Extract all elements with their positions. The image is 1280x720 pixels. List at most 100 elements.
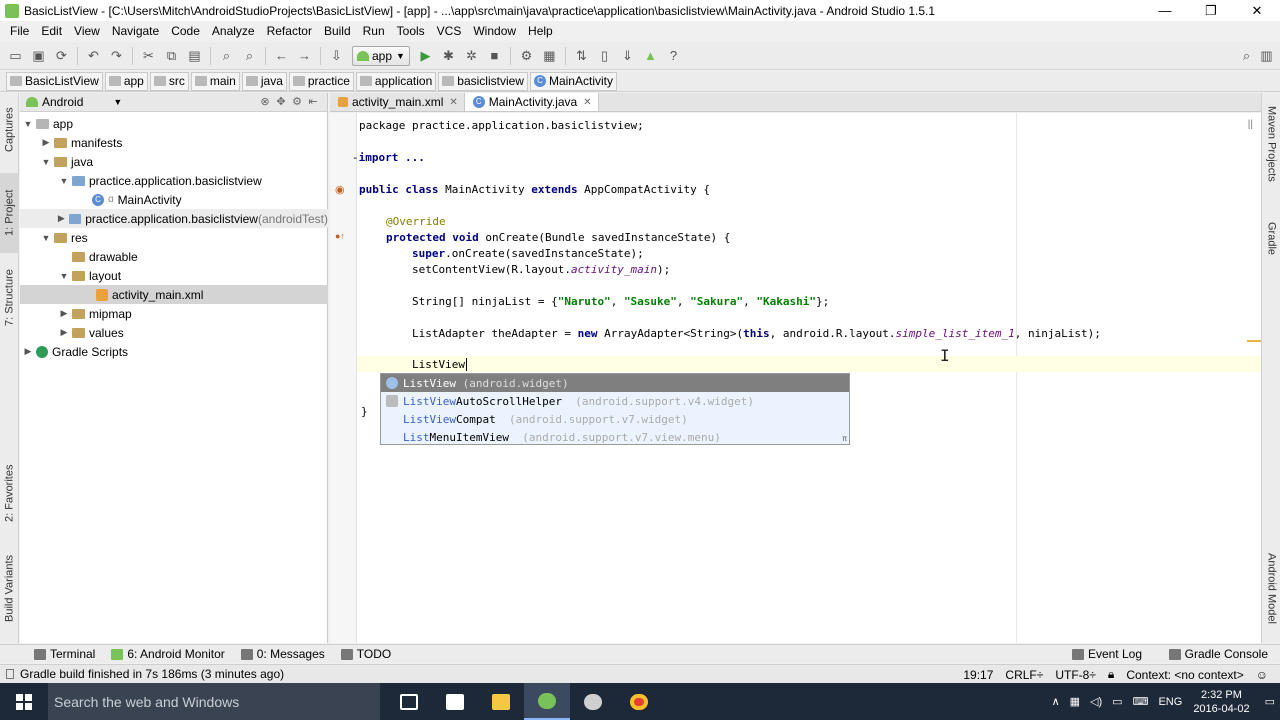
popup-resize-icon[interactable]: π xyxy=(842,434,847,443)
tree-item-app[interactable]: ▼ app xyxy=(20,114,328,133)
taskbar-search-input[interactable]: Search the web and Windows xyxy=(48,683,380,720)
collapse-all-icon[interactable]: ⊗ xyxy=(257,95,273,108)
close-icon[interactable]: ✕ xyxy=(449,97,457,108)
replace-icon[interactable]: ⌕ xyxy=(240,46,259,65)
tool-gradle[interactable]: Gradle xyxy=(1262,211,1280,266)
project-structure-icon[interactable]: ⚙ xyxy=(517,46,536,65)
cut-icon[interactable]: ✂ xyxy=(139,46,158,65)
tool-captures[interactable]: Captures xyxy=(0,95,19,165)
tool-todo[interactable]: TODO xyxy=(333,647,399,661)
chevron-down-icon[interactable]: ▼ xyxy=(113,97,122,107)
stop-icon[interactable]: ■ xyxy=(485,46,504,65)
redo-icon[interactable]: ↷ xyxy=(107,46,126,65)
autocomplete-item[interactable]: List MenuItemView (android.support.v7.vie… xyxy=(381,428,849,446)
forward-icon[interactable]: → xyxy=(295,46,314,65)
status-message[interactable]: Gradle build finished in 7s 186ms (3 min… xyxy=(20,667,284,681)
tree-item-mipmap[interactable]: ▶ mipmap xyxy=(20,304,328,323)
tool-gradle-console[interactable]: Gradle Console xyxy=(1161,647,1276,661)
expanded-arrow-icon[interactable]: ▼ xyxy=(58,176,70,186)
undo-icon[interactable]: ↶ xyxy=(84,46,103,65)
autocomplete-item[interactable]: ListView Compat (android.support.v7.widge… xyxy=(381,410,849,428)
file-encoding[interactable]: UTF-8÷ xyxy=(1049,668,1102,682)
layout-inspector-icon[interactable]: ▦ xyxy=(540,46,559,65)
project-view-select[interactable]: Android xyxy=(42,95,83,109)
lock-icon[interactable]: 🔒︎ xyxy=(1102,667,1120,682)
caret-position[interactable]: 19:17 xyxy=(957,668,999,682)
collapsed-arrow-icon[interactable]: ▶ xyxy=(58,327,70,338)
line-separator[interactable]: CRLF÷ xyxy=(999,668,1049,682)
tree-item-layout[interactable]: ▼ layout xyxy=(20,266,328,285)
collapsed-arrow-icon[interactable]: ▶ xyxy=(22,346,34,357)
notifications-icon[interactable]: ▭ xyxy=(1260,695,1280,708)
minimize-button[interactable]: — xyxy=(1142,0,1188,21)
battery-icon[interactable]: ▭ xyxy=(1107,695,1127,708)
collapsed-arrow-icon[interactable]: ▶ xyxy=(58,308,70,319)
implement-gutter-icon[interactable]: ◉ xyxy=(335,183,345,196)
tool-build-variants[interactable]: Build Variants xyxy=(0,543,19,633)
override-gutter-icon[interactable]: ●↑ xyxy=(335,231,345,241)
error-stripe-marker[interactable] xyxy=(1247,340,1261,342)
collapsed-arrow-icon[interactable]: ▶ xyxy=(56,213,67,224)
autocomplete-item[interactable]: ListView AutoScrollHelper (android.suppor… xyxy=(381,392,849,410)
tool-structure[interactable]: 7: Structure xyxy=(0,258,19,338)
chrome-icon[interactable] xyxy=(616,683,662,720)
sync-gradle-icon[interactable]: ⇅ xyxy=(572,46,591,65)
tool-android-model[interactable]: Android Model xyxy=(1262,543,1280,633)
tree-item-activity-main-xml[interactable]: activity_main.xml xyxy=(20,285,328,304)
sdk-manager-icon[interactable]: ⇓ xyxy=(618,46,637,65)
unity-icon[interactable] xyxy=(570,683,616,720)
breadcrumb-java[interactable]: java xyxy=(241,71,287,91)
autocomplete-item[interactable]: ListView (android.widget) xyxy=(381,374,849,392)
save-icon[interactable]: ▣ xyxy=(29,46,48,65)
breadcrumb-project[interactable]: BasicListView xyxy=(6,71,103,91)
help-icon[interactable]: ? xyxy=(664,46,683,65)
menu-build[interactable]: Build xyxy=(318,24,357,38)
tree-item-package-test[interactable]: ▶ practice.application.basiclistview (and… xyxy=(20,209,328,228)
scroll-from-source-icon[interactable]: ✥ xyxy=(273,95,289,108)
expanded-arrow-icon[interactable]: ▼ xyxy=(22,119,34,129)
clock[interactable]: 2:32 PM 2016-04-02 xyxy=(1187,688,1259,716)
tool-messages[interactable]: 0: Messages xyxy=(233,647,333,661)
tree-item-gradle-scripts[interactable]: ▶ Gradle Scripts xyxy=(20,342,328,361)
tree-item-package[interactable]: ▼ practice.application.basiclistview xyxy=(20,171,328,190)
menu-file[interactable]: File xyxy=(4,24,35,38)
tree-item-drawable[interactable]: drawable xyxy=(20,247,328,266)
avd-manager-icon[interactable]: ▯ xyxy=(595,46,614,65)
breadcrumb-practice[interactable]: practice xyxy=(288,71,354,91)
menu-code[interactable]: Code xyxy=(165,24,206,38)
search-icon[interactable]: ⌕ xyxy=(1237,46,1256,65)
run-icon[interactable]: ▶ xyxy=(416,46,435,65)
tool-event-log[interactable]: Event Log xyxy=(1064,647,1150,661)
tree-item-mainactivity[interactable]: Cɑ MainActivity xyxy=(20,190,328,209)
menu-refactor[interactable]: Refactor xyxy=(261,24,318,38)
tool-terminal[interactable]: Terminal xyxy=(26,647,103,661)
run-config-select[interactable]: app ▼ xyxy=(352,45,410,66)
back-icon[interactable]: ← xyxy=(272,46,291,65)
breadcrumb-application[interactable]: application xyxy=(355,71,437,91)
tab-mainactivity-java[interactable]: C MainActivity.java ✕ xyxy=(464,93,599,111)
menu-view[interactable]: View xyxy=(68,24,106,38)
breadcrumb-app[interactable]: app xyxy=(104,71,148,91)
tool-project[interactable]: 1: Project xyxy=(0,173,19,253)
paste-icon[interactable]: ▤ xyxy=(185,46,204,65)
breadcrumb-main[interactable]: main xyxy=(190,71,240,91)
context-indicator[interactable]: Context: <no context> xyxy=(1120,668,1249,682)
copy-icon[interactable]: ⧉ xyxy=(162,46,181,65)
android-monitor-icon[interactable]: ▲ xyxy=(641,46,660,65)
tool-maven-projects[interactable]: Maven Projects xyxy=(1262,99,1280,189)
collapsed-arrow-icon[interactable]: ▶ xyxy=(40,137,52,148)
make-project-icon[interactable]: ⇩ xyxy=(327,46,346,65)
menu-run[interactable]: Run xyxy=(357,24,391,38)
tree-item-java[interactable]: ▼ java xyxy=(20,152,328,171)
tab-activity-main-xml[interactable]: activity_main.xml ✕ xyxy=(330,93,465,111)
close-button[interactable]: ✕ xyxy=(1234,0,1280,21)
sync-icon[interactable]: ⟳ xyxy=(52,46,71,65)
tool-android-monitor[interactable]: 6: Android Monitor xyxy=(103,647,232,661)
tree-item-res[interactable]: ▼ res xyxy=(20,228,328,247)
tree-item-manifests[interactable]: ▶ manifests xyxy=(20,133,328,152)
inspector-icon[interactable]: ☺ xyxy=(1250,668,1274,682)
expanded-arrow-icon[interactable]: ▼ xyxy=(58,271,70,281)
open-folder-icon[interactable]: ▭ xyxy=(6,46,25,65)
split-icon[interactable]: ▥ xyxy=(1257,46,1276,65)
menu-vcs[interactable]: VCS xyxy=(431,24,468,38)
